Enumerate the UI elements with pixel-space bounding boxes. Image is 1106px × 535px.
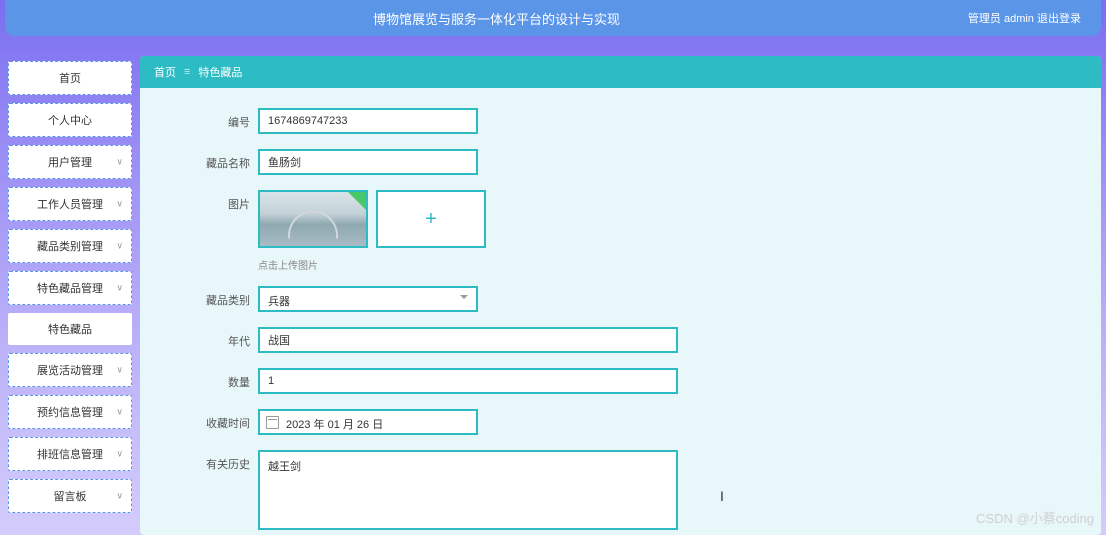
era-input[interactable] [258, 327, 678, 353]
category-select[interactable]: 兵器 [258, 286, 478, 312]
history-textarea[interactable] [258, 450, 678, 530]
chevron-down-icon: ∨ [116, 199, 123, 210]
breadcrumb: 首页 ≡ 特色藏品 [140, 56, 1101, 88]
sidebar-item-label: 特色藏品 [48, 324, 92, 336]
sidebar-item-10[interactable]: 留言板 ∨ [8, 479, 132, 513]
sidebar-item-5[interactable]: 特色藏品管理 ∨ [8, 271, 132, 305]
name-label: 藏品名称 [190, 149, 250, 171]
sidebar-item-0[interactable]: 首页 [8, 61, 132, 95]
breadcrumb-current: 特色藏品 [198, 64, 242, 80]
breadcrumb-home[interactable]: 首页 [154, 64, 176, 80]
sidebar-item-6[interactable]: 特色藏品 [8, 313, 132, 345]
image-row: + [258, 190, 486, 248]
admin-label[interactable]: 管理员 admin [968, 13, 1034, 25]
history-label: 有关历史 [190, 450, 250, 472]
sidebar: 首页个人中心用户管理 ∨ 工作人员管理 ∨ 藏品类别管理 ∨ 特色藏品管理 ∨ 特色藏品展览活动… [0, 56, 140, 535]
id-input[interactable] [258, 108, 478, 134]
chevron-down-icon: ∨ [116, 283, 123, 294]
qty-input[interactable] [258, 368, 678, 394]
form: 编号 藏品名称 图片 + 点击上传图片 [140, 88, 1101, 535]
qty-label: 数量 [190, 368, 250, 390]
chevron-down-icon: ∨ [116, 157, 123, 168]
date-value: 2023 年 01 月 26 日 [286, 419, 383, 431]
sidebar-item-7[interactable]: 展览活动管理 ∨ [8, 353, 132, 387]
sidebar-item-label: 预约信息管理 [37, 407, 103, 419]
logout-link[interactable]: 退出登录 [1037, 13, 1081, 25]
sidebar-item-3[interactable]: 工作人员管理 ∨ [8, 187, 132, 221]
chevron-down-icon: ∨ [116, 407, 123, 418]
sidebar-item-label: 用户管理 [48, 157, 92, 169]
sidebar-item-2[interactable]: 用户管理 ∨ [8, 145, 132, 179]
container: 首页个人中心用户管理 ∨ 工作人员管理 ∨ 藏品类别管理 ∨ 特色藏品管理 ∨ 特色藏品展览活动… [0, 36, 1106, 535]
chevron-down-icon: ∨ [116, 449, 123, 460]
check-corner-icon [348, 192, 366, 210]
chevron-down-icon: ∨ [116, 365, 123, 376]
chevron-down-icon: ∨ [116, 241, 123, 252]
header: 博物馆展览与服务一体化平台的设计与实现 管理员 admin 退出登录 [5, 0, 1101, 36]
id-label: 编号 [190, 108, 250, 130]
sidebar-item-label: 特色藏品管理 [37, 283, 103, 295]
calendar-icon [266, 416, 279, 429]
app-title: 博物馆展览与服务一体化平台的设计与实现 [25, 9, 968, 28]
header-actions: 管理员 admin 退出登录 [968, 10, 1081, 26]
date-label: 收藏时间 [190, 409, 250, 431]
sidebar-item-label: 工作人员管理 [37, 199, 103, 211]
category-value: 兵器 [268, 296, 290, 308]
sidebar-item-label: 个人中心 [48, 115, 92, 127]
image-thumbnail[interactable] [258, 190, 368, 248]
sidebar-item-label: 藏品类别管理 [37, 241, 103, 253]
era-label: 年代 [190, 327, 250, 349]
date-input[interactable]: 2023 年 01 月 26 日 [258, 409, 478, 435]
text-cursor-icon: I [720, 488, 724, 504]
sidebar-item-8[interactable]: 预约信息管理 ∨ [8, 395, 132, 429]
breadcrumb-sep-icon: ≡ [184, 66, 190, 78]
chevron-down-icon: ∨ [116, 491, 123, 502]
main-panel: 首页 ≡ 特色藏品 编号 藏品名称 图片 + [140, 56, 1101, 535]
sidebar-item-label: 留言板 [54, 491, 87, 503]
image-label: 图片 [190, 190, 250, 212]
name-input[interactable] [258, 149, 478, 175]
history-wrapper: I [258, 450, 678, 535]
sidebar-item-1[interactable]: 个人中心 [8, 103, 132, 137]
plus-icon: + [425, 208, 437, 231]
sidebar-item-label: 排班信息管理 [37, 449, 103, 461]
sidebar-item-label: 展览活动管理 [37, 365, 103, 377]
upload-hint: 点击上传图片 [190, 257, 1051, 272]
sidebar-item-4[interactable]: 藏品类别管理 ∨ [8, 229, 132, 263]
add-image-button[interactable]: + [376, 190, 486, 248]
category-label: 藏品类别 [190, 286, 250, 308]
sidebar-item-9[interactable]: 排班信息管理 ∨ [8, 437, 132, 471]
sidebar-item-label: 首页 [59, 73, 81, 85]
